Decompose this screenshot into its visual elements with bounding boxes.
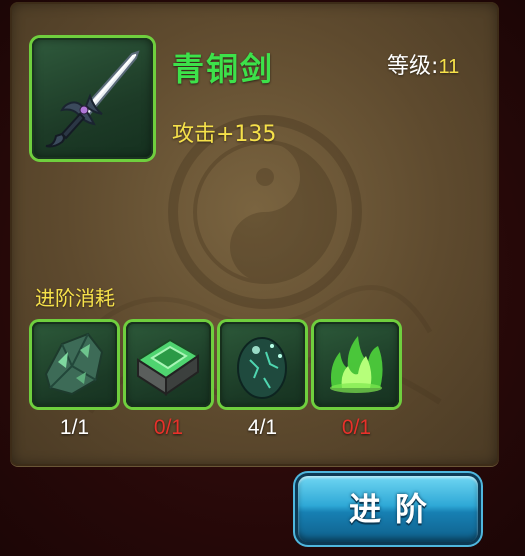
spirit-egg-icon	[237, 337, 287, 399]
material-slot-3[interactable]	[220, 322, 305, 407]
item-name: 青铜剑	[172, 50, 275, 88]
item-icon-frame[interactable]	[32, 38, 153, 159]
material-count-1: 1/1	[59, 416, 90, 439]
upgrade-cost-label: 进阶消耗	[35, 286, 115, 310]
material-slot-1[interactable]	[32, 322, 117, 407]
material-count-2: 0/1	[153, 416, 184, 439]
material-slot-2[interactable]	[126, 322, 211, 407]
green-flame-icon	[330, 336, 383, 393]
material-slot-4[interactable]	[314, 322, 399, 407]
advance-button[interactable]: 进阶	[298, 476, 478, 542]
material-count-4: 0/1	[341, 416, 372, 439]
level-label: 等级	[387, 54, 432, 79]
sword-icon	[45, 50, 140, 148]
material-count-3: 4/1	[247, 416, 278, 439]
item-level: 等级:11	[387, 48, 459, 80]
green-ore-icon	[44, 332, 104, 396]
upgrade-screen: 青铜剑 等级:11 攻击+135 进阶消耗 1/1 0/1 4/1 0/1 进阶	[0, 0, 525, 556]
attack-stat: 攻击+135	[172, 122, 277, 147]
jade-ingot-icon	[136, 338, 200, 396]
level-value: 11	[438, 56, 460, 78]
